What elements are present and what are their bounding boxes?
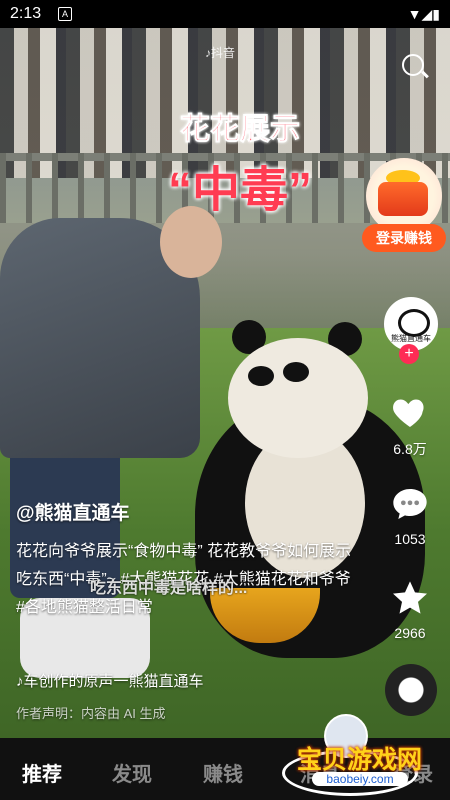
author-handle[interactable]: @熊猫直通车 [16,502,356,526]
watermark-text: 宝贝游戏网 [296,746,422,774]
overlay-title: 花花展示 [180,113,301,147]
avatar-name: 熊猫直通车 [391,334,431,343]
panda-eye [283,362,309,382]
music-disc-icon[interactable] [385,664,437,716]
signal-battery-icon: ▼◢▮ [407,6,440,22]
follow-plus-button[interactable]: + [399,344,419,364]
comment-count: 1053 [394,531,426,547]
tab-discover[interactable]: 发现 [112,758,152,787]
status-bar: 2:13 A ▼◢▮ [0,0,450,28]
like-count: 6.8万 [393,441,427,457]
tab-recommend[interactable]: 推荐 [22,758,62,787]
music-source[interactable]: ♪车创作的原声一熊猫直通车 [16,670,356,694]
comment-button[interactable]: 1053 [380,484,440,547]
douyin-watermark: ♪抖音 [205,46,236,60]
favorite-count: 2966 [394,625,426,641]
gift-icon [378,182,428,216]
status-time: 2:13 [10,5,42,22]
burned-subtitle: 吃东西中毒是啥样的... [90,580,248,597]
search-icon[interactable] [402,54,424,76]
author-avatar[interactable]: 熊猫直通车 [384,297,438,351]
star-icon [393,581,427,614]
login-earn-promo[interactable]: 登录赚钱 [362,158,446,252]
tab-earn[interactable]: 赚钱 [203,758,243,787]
promo-label: 登录赚钱 [362,224,446,252]
panda-head [228,338,368,458]
site-watermark: 宝贝游戏网 baobeiy.com [272,710,447,800]
panda-eye [248,366,274,386]
heart-icon [393,399,424,427]
overlay-title-highlight: “中毒” [167,164,312,217]
favorite-button[interactable]: 2966 [380,578,440,641]
watermark-url: baobeiy.com [312,772,408,786]
comment-icon [393,489,427,519]
a-icon: A [58,7,72,21]
like-button[interactable]: 6.8万 [380,392,440,459]
